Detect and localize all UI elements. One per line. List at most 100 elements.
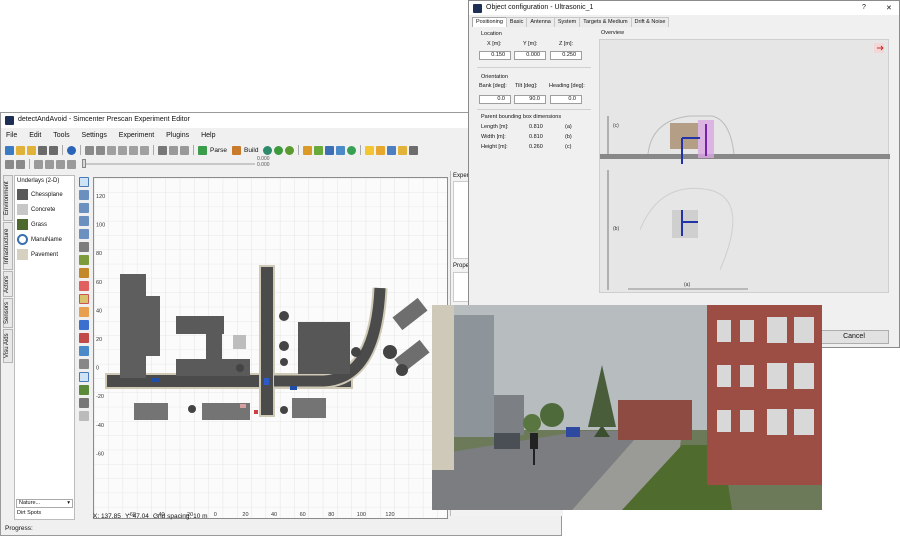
undo-icon[interactable] <box>85 145 94 155</box>
tab-visu-aids[interactable]: Visu Aids <box>3 329 13 363</box>
parse-icon[interactable] <box>198 145 207 155</box>
record-icon[interactable] <box>5 159 14 169</box>
menu-help[interactable]: Help <box>196 130 220 141</box>
close-button[interactable]: ✕ <box>886 4 892 12</box>
road-vertical[interactable] <box>260 266 274 416</box>
build-icon[interactable] <box>231 145 241 155</box>
sensor-icon[interactable] <box>79 346 89 356</box>
save-icon[interactable] <box>38 145 47 155</box>
new-icon[interactable] <box>5 145 14 155</box>
tab-system[interactable]: System <box>553 17 581 27</box>
open-recent-icon[interactable] <box>27 145 36 155</box>
bus-icon[interactable] <box>79 333 89 343</box>
camera-record-icon[interactable] <box>16 159 25 169</box>
select-icon[interactable] <box>79 177 89 187</box>
timeline-slider[interactable] <box>83 163 255 165</box>
tree-icon[interactable] <box>79 385 89 395</box>
road-icon[interactable] <box>314 145 324 155</box>
delete-icon[interactable] <box>140 145 149 155</box>
copy-icon[interactable] <box>118 145 127 155</box>
bank-field[interactable]: 0.0 <box>479 95 511 104</box>
cancel-button[interactable]: Cancel <box>819 330 889 344</box>
world-icon[interactable] <box>274 145 284 155</box>
camera-tool-icon[interactable] <box>79 359 89 369</box>
chart-icon[interactable] <box>303 145 313 155</box>
tilt-field[interactable]: 90.0 <box>514 95 546 104</box>
run-icon[interactable] <box>285 145 295 155</box>
menu-edit[interactable]: Edit <box>24 130 46 141</box>
building[interactable] <box>120 274 146 378</box>
redo-icon[interactable] <box>96 145 105 155</box>
x-field[interactable]: 0.150 <box>479 51 511 60</box>
trajectory-icon[interactable] <box>79 281 89 291</box>
list-item[interactable]: Pavement <box>15 247 74 262</box>
heading-field[interactable]: 0.0 <box>550 95 582 104</box>
menu-tools[interactable]: Tools <box>48 130 74 141</box>
tab-infrastructure[interactable]: Infrastructure <box>3 222 13 270</box>
building[interactable] <box>146 296 160 356</box>
menu-file[interactable]: File <box>1 130 22 141</box>
vehicle-icon[interactable] <box>387 145 397 155</box>
menu-settings[interactable]: Settings <box>77 130 112 141</box>
list-item[interactable]: Grass <box>15 217 74 232</box>
car-icon[interactable] <box>79 307 89 317</box>
vehicle-tool-icon[interactable] <box>79 294 89 304</box>
parse-button[interactable]: Parse <box>210 147 227 154</box>
tab-targets-medium[interactable]: Targets & Medium <box>579 17 632 27</box>
z-field[interactable]: 0.250 <box>550 51 582 60</box>
help-icon[interactable] <box>67 145 76 155</box>
camera-icon[interactable] <box>336 145 346 155</box>
tools-icon[interactable] <box>169 145 178 155</box>
tab-sensors[interactable]: Sensors <box>3 298 13 328</box>
rotate-view-icon[interactable] <box>79 190 89 200</box>
3d-visualization-viewer[interactable] <box>432 305 822 510</box>
car-icon[interactable] <box>264 378 269 385</box>
star-icon[interactable] <box>365 145 375 155</box>
list-item[interactable]: Chessplane <box>15 187 74 202</box>
table-icon[interactable] <box>325 145 335 155</box>
pan-icon[interactable] <box>79 242 89 252</box>
truck-icon[interactable] <box>79 320 89 330</box>
earth-icon[interactable] <box>347 145 357 155</box>
list-item[interactable]: Concrete <box>15 202 74 217</box>
menu-experiment[interactable]: Experiment <box>114 130 159 141</box>
zoom-fit-icon[interactable] <box>79 229 89 239</box>
building[interactable] <box>134 403 168 420</box>
nature-dropdown[interactable]: Nature... ▾ <box>16 499 73 508</box>
open-icon[interactable] <box>16 145 25 155</box>
library-icon[interactable] <box>398 145 408 155</box>
y-field[interactable]: 0.000 <box>514 51 546 60</box>
folder-icon[interactable] <box>376 145 386 155</box>
cut-icon[interactable] <box>107 145 116 155</box>
grid-tool-icon[interactable] <box>79 398 89 408</box>
list-item[interactable]: ManuName <box>15 232 74 247</box>
tab-positioning[interactable]: Positioning <box>472 17 507 27</box>
image-icon[interactable] <box>409 145 419 155</box>
timeline-slider-handle[interactable] <box>82 159 86 168</box>
building-light[interactable] <box>233 335 246 349</box>
tab-antenna[interactable]: Antenna <box>526 17 555 27</box>
paste-icon[interactable] <box>129 145 138 155</box>
tab-basic[interactable]: Basic <box>505 17 528 27</box>
building[interactable] <box>292 398 326 418</box>
globe-icon[interactable] <box>263 145 273 155</box>
stop-icon[interactable] <box>67 159 76 169</box>
zoom-in-icon[interactable] <box>79 203 89 213</box>
building-large[interactable] <box>298 322 350 374</box>
pedestrian-icon[interactable] <box>254 410 258 414</box>
tab-drift-noise[interactable]: Drift & Noise <box>630 17 670 27</box>
measure-icon[interactable] <box>79 268 89 278</box>
building[interactable] <box>206 328 222 364</box>
step-back-icon[interactable] <box>34 159 43 169</box>
pause-icon[interactable] <box>56 159 65 169</box>
save-as-icon[interactable] <box>49 145 58 155</box>
menu-plugins[interactable]: Plugins <box>161 130 194 141</box>
tab-actors[interactable]: Actors <box>3 271 13 297</box>
tab-environment[interactable]: Environment <box>3 175 13 221</box>
path-icon[interactable] <box>79 255 89 265</box>
zoom-out-icon[interactable] <box>79 216 89 226</box>
scenario-map-canvas[interactable]: -60 -40 -20 0 20 40 60 80 100 120 120 100 80 60 40 20 0… <box>93 177 448 519</box>
traffic-icon[interactable] <box>79 372 89 382</box>
grid-icon[interactable] <box>158 145 167 155</box>
help-button[interactable]: ? <box>862 4 866 11</box>
